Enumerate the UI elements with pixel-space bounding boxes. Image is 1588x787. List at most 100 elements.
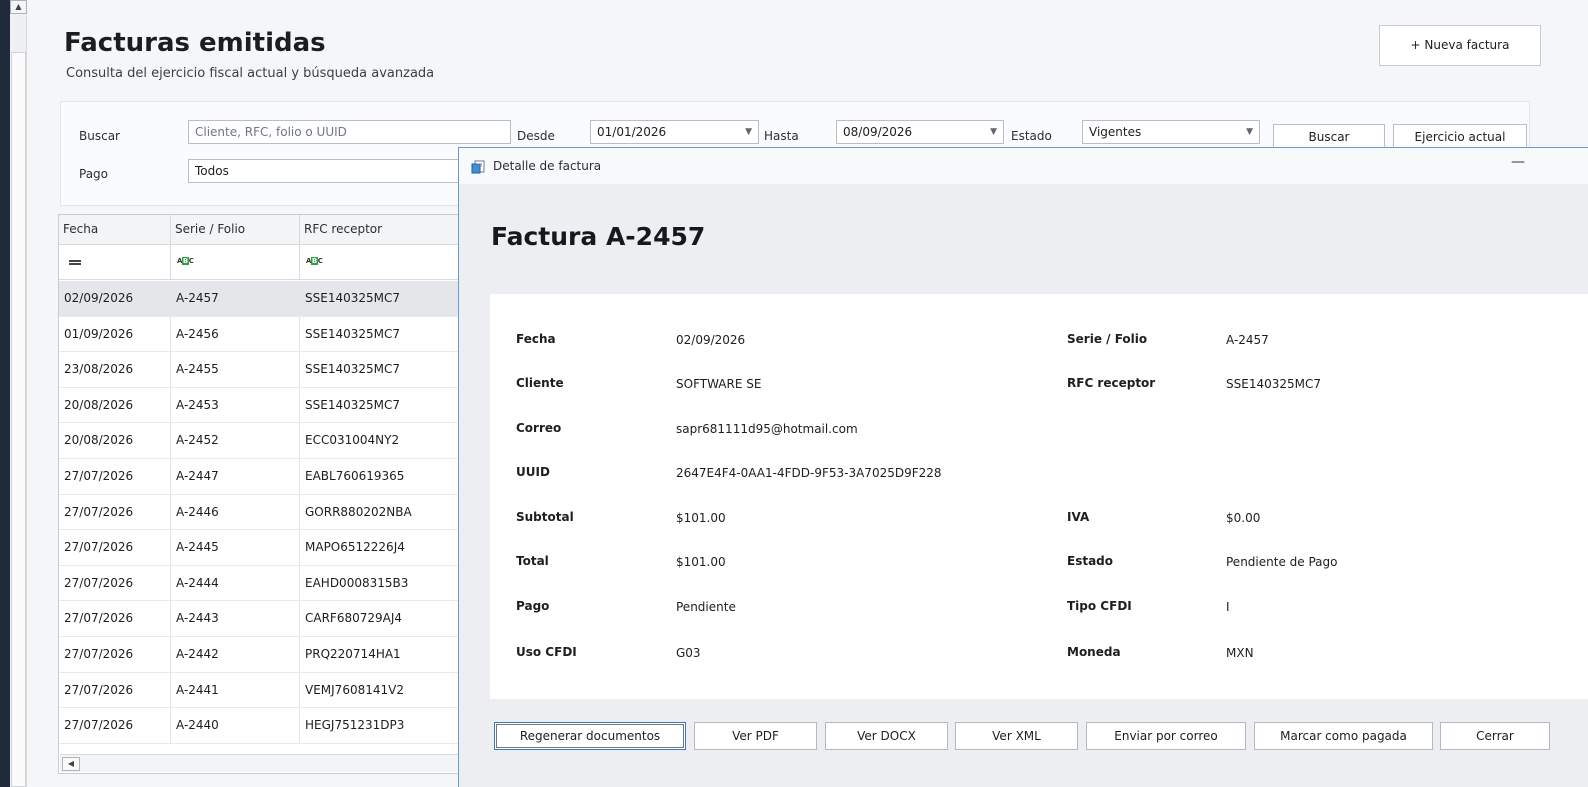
filter-cell-folio[interactable]: ABC bbox=[171, 245, 300, 280]
cell-rfc: HEGJ751231DP3 bbox=[300, 708, 477, 743]
cell-rfc: PRQ220714HA1 bbox=[300, 637, 477, 672]
cell-folio: A-2445 bbox=[171, 530, 300, 565]
cell-rfc: ECC031004NY2 bbox=[300, 423, 477, 458]
rfc-value: SSE140325MC7 bbox=[1226, 377, 1321, 391]
cell-fecha: 02/09/2026 bbox=[59, 281, 171, 316]
to-label: Hasta bbox=[764, 129, 799, 143]
dialog-titlebar[interactable]: Detalle de factura — bbox=[459, 148, 1588, 184]
correo-label: Correo bbox=[516, 421, 562, 435]
cell-rfc: GORR880202NBA bbox=[300, 495, 477, 530]
cell-rfc: VEMJ7608141V2 bbox=[300, 673, 477, 708]
vertical-scrollbar[interactable]: ▲ bbox=[10, 0, 27, 787]
cell-folio: A-2442 bbox=[171, 636, 300, 672]
view-pdf-button[interactable]: Ver PDF bbox=[694, 722, 817, 750]
moneda-label: Moneda bbox=[1067, 645, 1121, 659]
close-button[interactable]: Cerrar bbox=[1440, 722, 1550, 750]
text-filter-icon[interactable]: ABC bbox=[306, 257, 323, 265]
cell-rfc: SSE140325MC7 bbox=[300, 317, 477, 352]
table-row[interactable]: 02/09/2026 A-2457 SSE140325MC7 bbox=[59, 281, 477, 317]
uso-cfdi-label: Uso CFDI bbox=[516, 645, 577, 659]
view-docx-button[interactable]: Ver DOCX bbox=[825, 722, 948, 750]
horizontal-scrollbar[interactable]: ◀ bbox=[60, 754, 477, 772]
cell-folio: A-2441 bbox=[171, 672, 300, 708]
column-header-fecha[interactable]: Fecha bbox=[59, 215, 171, 245]
new-invoice-button[interactable]: + Nueva factura bbox=[1379, 25, 1541, 66]
mark-paid-button[interactable]: Marcar como pagada bbox=[1254, 722, 1433, 750]
pago-label: Pago bbox=[516, 599, 550, 613]
cell-folio: A-2444 bbox=[171, 565, 300, 601]
table-row[interactable]: 27/07/2026 A-2447 EABL760619365 bbox=[59, 458, 477, 495]
filter-cell-rfc[interactable]: ABC bbox=[300, 245, 477, 280]
table-row[interactable]: 27/07/2026 A-2441 VEMJ7608141V2 bbox=[59, 672, 477, 709]
table-row[interactable]: 01/09/2026 A-2456 SSE140325MC7 bbox=[59, 316, 477, 353]
from-date-picker[interactable]: 01/01/2026 ▼ bbox=[590, 120, 759, 144]
scroll-up-arrow-icon[interactable]: ▲ bbox=[10, 0, 27, 14]
total-value: $101.00 bbox=[676, 555, 726, 569]
status-value: Vigentes bbox=[1089, 125, 1142, 139]
subtotal-label: Subtotal bbox=[516, 510, 574, 524]
cell-fecha: 27/07/2026 bbox=[59, 636, 171, 672]
tipo-cfdi-label: Tipo CFDI bbox=[1067, 599, 1132, 613]
cell-fecha: 27/07/2026 bbox=[59, 458, 171, 494]
cell-folio: A-2453 bbox=[171, 387, 300, 423]
filter-cell-fecha[interactable] bbox=[59, 245, 171, 280]
left-panel-strip bbox=[0, 0, 10, 787]
column-header-folio[interactable]: Serie / Folio bbox=[171, 215, 300, 245]
serie-label: Serie / Folio bbox=[1067, 332, 1148, 346]
cell-folio: A-2452 bbox=[171, 423, 300, 458]
invoice-detail-card: Fecha 02/09/2026 Serie / Folio A-2457 Cl… bbox=[490, 294, 1588, 699]
cell-folio: A-2455 bbox=[171, 352, 300, 387]
iva-value: $0.00 bbox=[1226, 511, 1261, 525]
minimize-button[interactable]: — bbox=[1511, 154, 1525, 170]
text-filter-icon[interactable]: ABC bbox=[177, 257, 194, 265]
cell-fecha: 20/08/2026 bbox=[59, 387, 171, 423]
table-row[interactable]: 23/08/2026 A-2455 SSE140325MC7 bbox=[59, 352, 477, 388]
rfc-label: RFC receptor bbox=[1067, 376, 1156, 390]
scrollbar-track[interactable] bbox=[11, 52, 26, 787]
page-subtitle: Consulta del ejercicio fiscal actual y b… bbox=[66, 66, 435, 81]
cell-rfc: EAHD0008315B3 bbox=[300, 566, 477, 601]
cell-rfc: SSE140325MC7 bbox=[300, 352, 477, 387]
table-row[interactable]: 27/07/2026 A-2445 MAPO6512226J4 bbox=[59, 530, 477, 566]
fecha-value: 02/09/2026 bbox=[676, 333, 746, 347]
chevron-down-icon[interactable]: ▼ bbox=[745, 121, 752, 143]
cell-folio: A-2443 bbox=[171, 601, 300, 636]
to-date-value: 08/09/2026 bbox=[843, 125, 913, 139]
to-date-picker[interactable]: 08/09/2026 ▼ bbox=[836, 120, 1004, 144]
cell-rfc: EABL760619365 bbox=[300, 459, 477, 494]
scroll-left-arrow-icon[interactable]: ◀ bbox=[62, 757, 80, 771]
column-header-rfc[interactable]: RFC receptor bbox=[300, 215, 477, 245]
invoice-detail-dialog: Detalle de factura — Factura A-2457 Fech… bbox=[458, 147, 1588, 787]
table-row[interactable]: 27/07/2026 A-2440 HEGJ751231DP3 bbox=[59, 708, 477, 744]
iva-label: IVA bbox=[1067, 510, 1090, 524]
table-row[interactable]: 27/07/2026 A-2443 CARF680729AJ4 bbox=[59, 601, 477, 637]
cliente-value: SOFTWARE SE bbox=[676, 377, 762, 391]
table-row[interactable]: 27/07/2026 A-2444 EAHD0008315B3 bbox=[59, 565, 477, 602]
chevron-down-icon[interactable]: ▼ bbox=[990, 121, 997, 143]
search-input[interactable]: Cliente, RFC, folio o UUID bbox=[188, 120, 511, 144]
status-label: Estado bbox=[1011, 129, 1052, 143]
grid-header: Fecha Serie / Folio RFC receptor bbox=[59, 215, 477, 245]
table-row[interactable]: 20/08/2026 A-2452 ECC031004NY2 bbox=[59, 423, 477, 459]
invoice-document-icon bbox=[471, 160, 485, 174]
send-email-button[interactable]: Enviar por correo bbox=[1086, 722, 1246, 750]
grid-rows: 02/09/2026 A-2457 SSE140325MC7 01/09/2026 A-… bbox=[59, 281, 477, 744]
cell-fecha: 27/07/2026 bbox=[59, 494, 171, 530]
table-row[interactable]: 20/08/2026 A-2453 SSE140325MC7 bbox=[59, 387, 477, 424]
chevron-down-icon[interactable]: ▼ bbox=[1246, 121, 1253, 143]
table-row[interactable]: 27/07/2026 A-2442 PRQ220714HA1 bbox=[59, 636, 477, 673]
status-select[interactable]: Vigentes ▼ bbox=[1082, 120, 1260, 144]
tipo-cfdi-value: I bbox=[1226, 600, 1230, 614]
subtotal-value: $101.00 bbox=[676, 511, 726, 525]
cell-fecha: 27/07/2026 bbox=[59, 672, 171, 708]
view-xml-button[interactable]: Ver XML bbox=[955, 722, 1078, 750]
cell-rfc: SSE140325MC7 bbox=[300, 281, 477, 316]
cell-rfc: MAPO6512226J4 bbox=[300, 530, 477, 565]
uso-cfdi-value: G03 bbox=[676, 646, 701, 660]
regenerate-documents-button[interactable]: Regenerar documentos bbox=[494, 722, 686, 750]
cell-folio: A-2440 bbox=[171, 708, 300, 743]
correo-value: sapr681111d95@hotmail.com bbox=[676, 422, 858, 436]
equals-filter-icon[interactable] bbox=[69, 260, 81, 265]
cliente-label: Cliente bbox=[516, 376, 564, 390]
table-row[interactable]: 27/07/2026 A-2446 GORR880202NBA bbox=[59, 494, 477, 531]
